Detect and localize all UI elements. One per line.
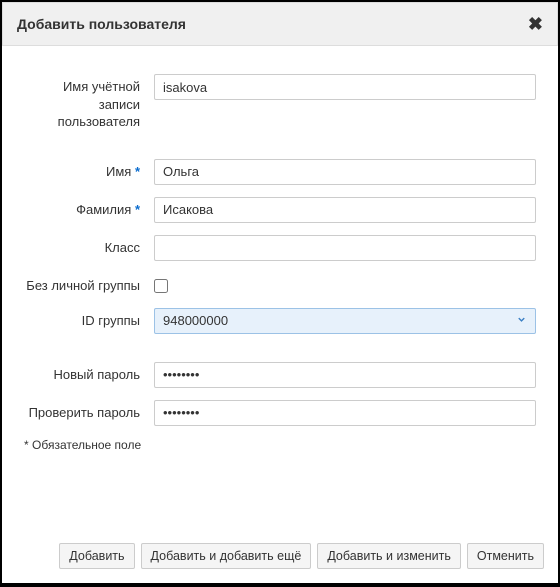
required-marker: * xyxy=(135,164,140,179)
dialog-body: Имя учётной записи пользователя Имя * Фа… xyxy=(2,46,558,531)
row-newpass: Новый пароль xyxy=(24,362,536,388)
close-icon[interactable]: ✖ xyxy=(528,15,543,33)
dialog-title: Добавить пользователя xyxy=(17,16,186,32)
lastname-input[interactable] xyxy=(154,197,536,223)
add-user-dialog: Добавить пользователя ✖ Имя учётной запи… xyxy=(2,2,558,583)
class-input[interactable] xyxy=(154,235,536,261)
class-label: Класс xyxy=(24,235,154,257)
gid-value: 948000000 xyxy=(163,313,516,328)
gid-select[interactable]: 948000000 xyxy=(154,308,536,334)
row-class: Класс xyxy=(24,235,536,261)
chevron-down-icon xyxy=(516,313,527,328)
firstname-input[interactable] xyxy=(154,159,536,185)
add-another-button[interactable]: Добавить и добавить ещё xyxy=(141,543,312,569)
add-button[interactable]: Добавить xyxy=(59,543,134,569)
cancel-button[interactable]: Отменить xyxy=(467,543,544,569)
newpass-input[interactable] xyxy=(154,362,536,388)
required-marker: * xyxy=(135,202,140,217)
verifypass-input[interactable] xyxy=(154,400,536,426)
noprivgroup-label: Без личной группы xyxy=(24,273,154,295)
add-edit-button[interactable]: Добавить и изменить xyxy=(317,543,461,569)
row-firstname: Имя * xyxy=(24,159,536,185)
required-footnote: * Обязательное поле xyxy=(24,438,536,452)
dialog-buttonbar: Добавить Добавить и добавить ещё Добавит… xyxy=(2,531,558,583)
row-login: Имя учётной записи пользователя xyxy=(24,74,536,131)
login-label: Имя учётной записи пользователя xyxy=(24,74,154,131)
row-noprivgroup: Без личной группы xyxy=(24,273,536,296)
gid-label: ID группы xyxy=(24,308,154,330)
newpass-label: Новый пароль xyxy=(24,362,154,384)
verifypass-label: Проверить пароль xyxy=(24,400,154,422)
row-gid: ID группы 948000000 xyxy=(24,308,536,334)
lastname-label: Фамилия xyxy=(76,202,131,217)
row-lastname: Фамилия * xyxy=(24,197,536,223)
firstname-label: Имя xyxy=(106,164,131,179)
login-input[interactable] xyxy=(154,74,536,100)
row-verifypass: Проверить пароль xyxy=(24,400,536,426)
noprivgroup-checkbox[interactable] xyxy=(154,279,168,293)
dialog-titlebar: Добавить пользователя ✖ xyxy=(2,2,558,46)
